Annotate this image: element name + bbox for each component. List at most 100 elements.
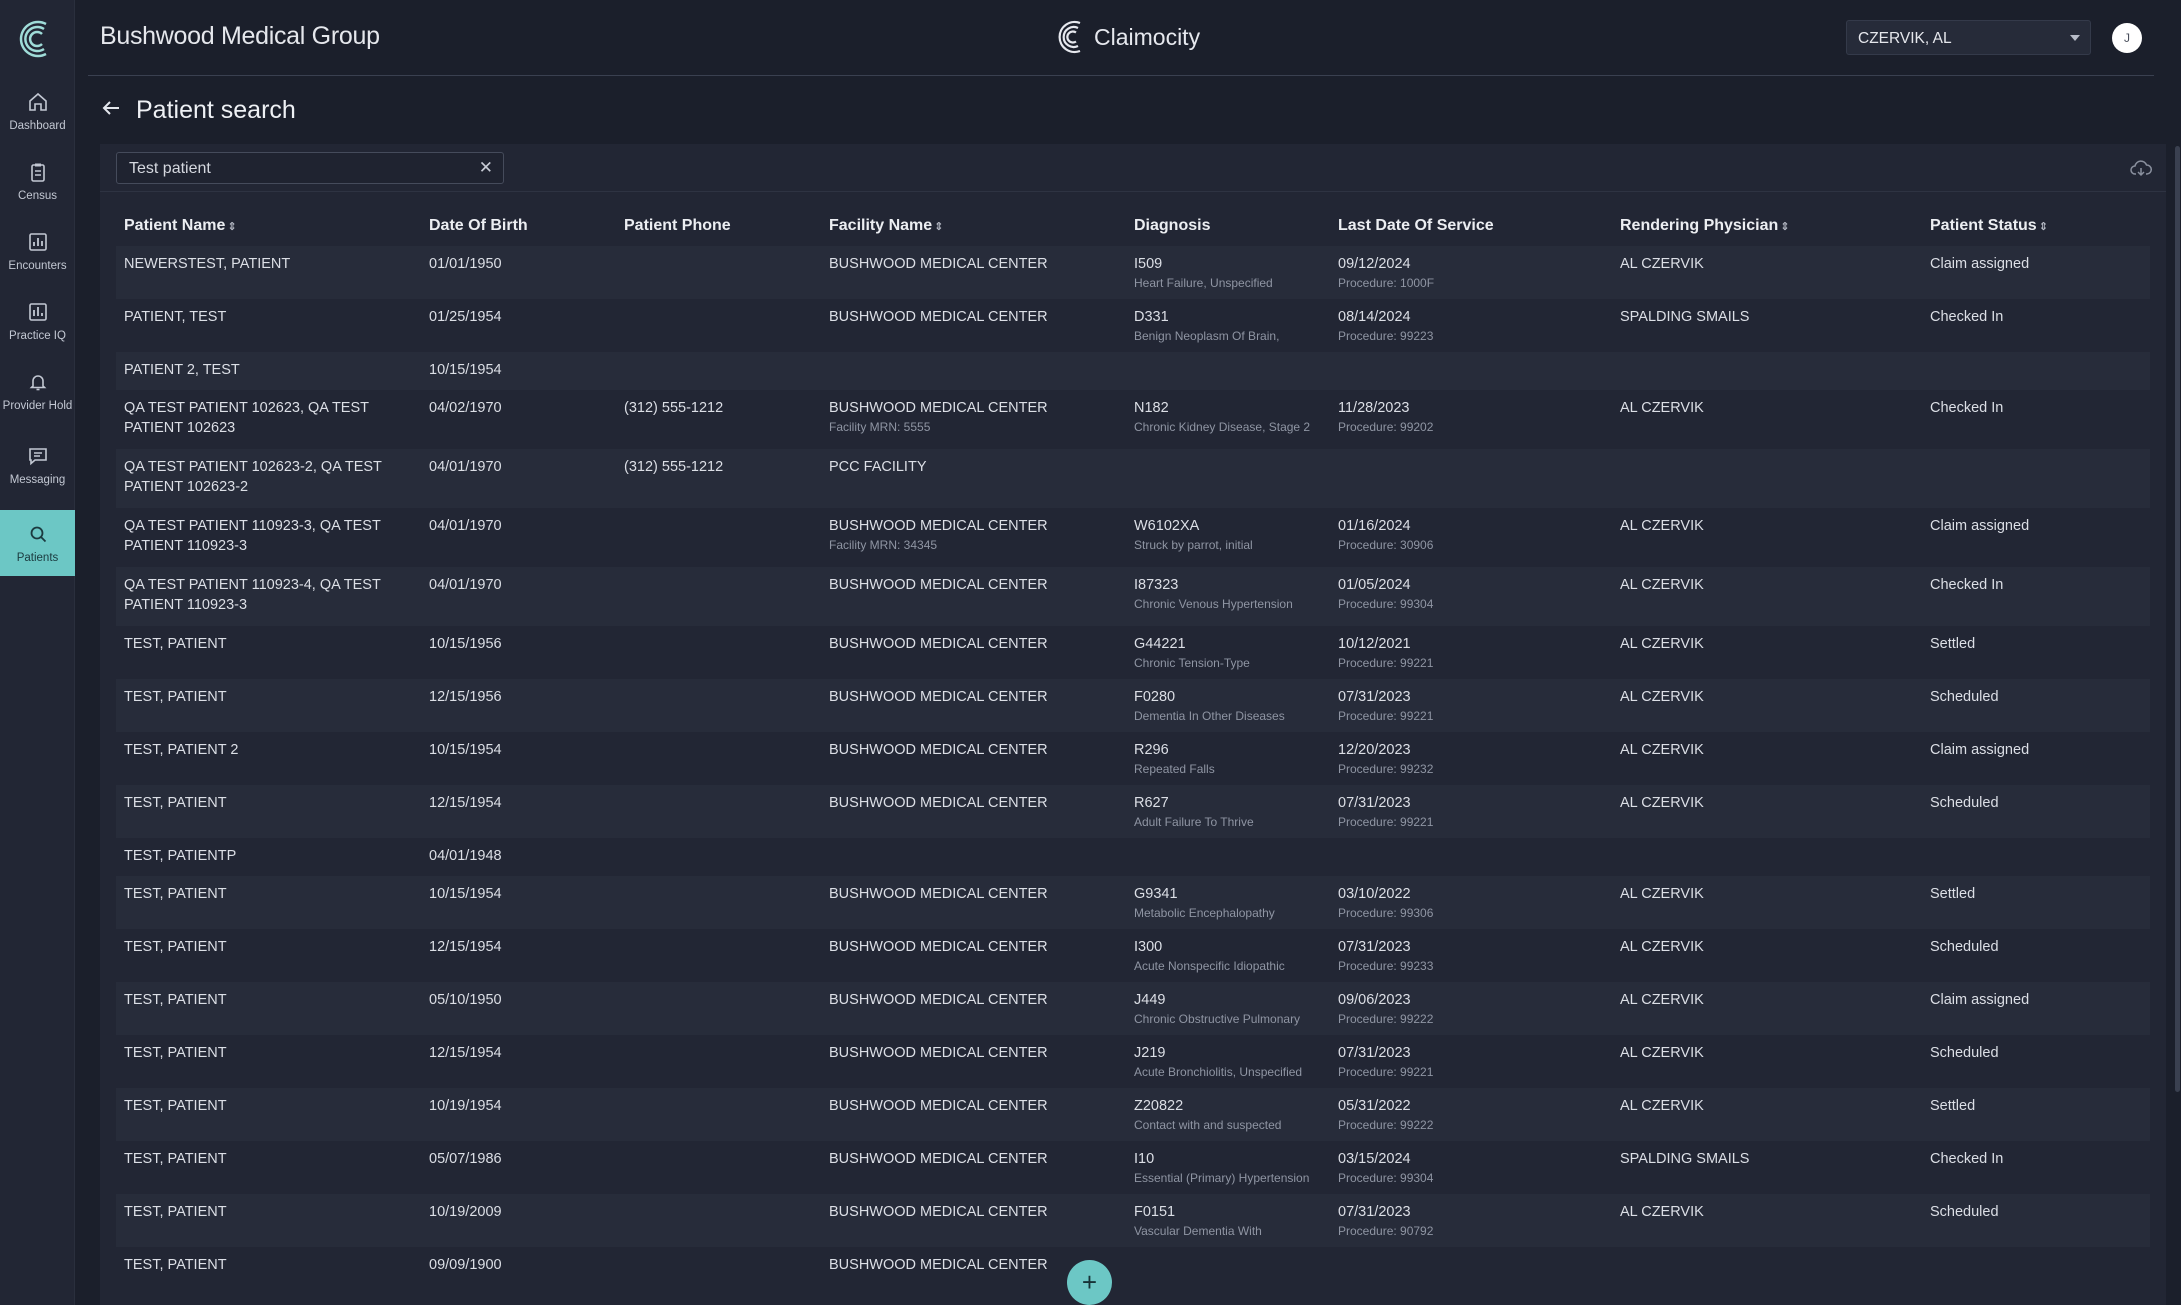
cloud-download-icon[interactable] [2130,158,2152,180]
table-cell: TEST, PATIENT [116,876,421,929]
table-cell: TEST, PATIENT [116,1141,421,1194]
user-avatar[interactable]: J [2112,23,2142,53]
table-cell: Claim assigned [1922,732,2150,785]
provider-select[interactable]: CZERVIK, AL [1846,20,2091,55]
table-row[interactable]: TEST, PATIENT 12/15/1954 BUSHWOOD MEDICAL … [116,1035,2150,1088]
column-header-patient-phone: Patient Phone [616,206,821,246]
patient-status: Scheduled [1930,795,1999,811]
table-cell: PATIENT 2, TEST [116,352,421,390]
table-cell: SPALDING SMAILS [1612,1141,1922,1194]
patient-name: TEST, PATIENT [124,1098,227,1114]
table-row[interactable]: QA TEST PATIENT 102623, QA TEST PATIENT … [116,390,2150,449]
date-of-birth: 04/01/1948 [429,848,502,864]
table-cell: Claim assigned [1922,246,2150,299]
table-row[interactable]: TEST, PATIENT 2 10/15/1954 BUSHWOOD MEDICA… [116,732,2150,785]
table-cell: G9341 Metabolic Encephalopathy [1126,876,1330,929]
table-row[interactable]: TEST, PATIENT 10/15/1954 BUSHWOOD MEDICAL … [116,876,2150,929]
sidebar-item-encounters[interactable]: Encounters [0,218,75,284]
table-cell: TEST, PATIENTP [116,838,421,876]
patient-search-input[interactable]: Test patient ✕ [116,152,504,184]
add-patient-button[interactable]: + [1067,1260,1112,1305]
table-cell: PCC FACILITY [821,449,1126,508]
table-row[interactable]: TEST, PATIENT 05/07/1986 BUSHWOOD MEDICAL … [116,1141,2150,1194]
table-row[interactable]: TEST, PATIENT 10/19/1954 BUSHWOOD MEDICAL … [116,1088,2150,1141]
table-row[interactable]: TEST, PATIENT 12/15/1954 BUSHWOOD MEDICAL … [116,785,2150,838]
table-cell: BUSHWOOD MEDICAL CENTER [821,732,1126,785]
table-cell: Scheduled [1922,785,2150,838]
sort-icon[interactable]: ⇕ [934,220,943,233]
table-row[interactable]: TEST, PATIENT 12/15/1956 BUSHWOOD MEDICAL … [116,679,2150,732]
table-cell: AL CZERVIK [1612,390,1922,449]
table-cell [616,1247,821,1300]
sidebar-item-patients[interactable]: Patients [0,510,75,576]
table-cell: R627 Adult Failure To Thrive [1126,785,1330,838]
table-row[interactable]: QA TEST PATIENT 110923-3, QA TEST PATIEN… [116,508,2150,567]
table-cell: BUSHWOOD MEDICAL CENTER Facility MRN: 555… [821,390,1126,449]
claimocity-logo-icon[interactable] [16,16,58,62]
table-row[interactable]: QA TEST PATIENT 110923-4, QA TEST PATIEN… [116,567,2150,626]
diagnosis-code: I10 [1134,1151,1155,1167]
sort-icon[interactable]: ⇕ [2039,220,2048,233]
table-row[interactable]: PATIENT 2, TEST 10/15/1954 [116,352,2150,390]
sort-icon[interactable]: ⇕ [1780,220,1789,233]
patient-table: Patient Name ⇕ Date Of Birth Patient Phone F… [116,206,2150,1300]
table-cell: 07/31/2023 Procedure: 90792 [1330,1194,1612,1247]
table-cell [1922,838,2150,876]
table-cell: AL CZERVIK [1612,785,1922,838]
sidebar-item-messaging[interactable]: Messaging [0,432,75,498]
table-row[interactable]: NEWERSTEST, PATIENT 01/01/1950 BUSHWOOD ME… [116,246,2150,299]
table-cell: TEST, PATIENT 2 [116,732,421,785]
date-of-birth: 04/01/1970 [429,577,502,593]
table-cell: BUSHWOOD MEDICAL CENTER [821,1194,1126,1247]
table-cell: I300 Acute Nonspecific Idiopathic [1126,929,1330,982]
sidebar-item-practice-iq[interactable]: Practice IQ [0,288,75,354]
diagnosis-code: F0151 [1134,1204,1176,1220]
rendering-physician: AL CZERVIK [1620,1098,1704,1114]
table-cell: BUSHWOOD MEDICAL CENTER [821,679,1126,732]
date-of-birth: 10/15/1954 [429,886,502,902]
sort-icon[interactable]: ⇕ [227,220,236,233]
patient-name: TEST, PATIENT [124,636,227,652]
sidebar-item-dashboard[interactable]: Dashboard [0,78,75,144]
facility-name: BUSHWOOD MEDICAL CENTER [829,992,1048,1008]
column-header-rendering-physician[interactable]: Rendering Physician ⇕ [1612,206,1922,246]
diagnosis-code: F0280 [1134,689,1176,705]
chart-icon [27,231,49,256]
table-row[interactable]: TEST, PATIENT 12/15/1954 BUSHWOOD MEDICAL … [116,929,2150,982]
date-of-birth: 12/15/1954 [429,795,502,811]
clear-search-icon[interactable]: ✕ [479,158,493,178]
facility-name: BUSHWOOD MEDICAL CENTER [829,886,1048,902]
table-cell: AL CZERVIK [1612,246,1922,299]
rendering-physician: AL CZERVIK [1620,400,1704,416]
patient-status: Checked In [1930,309,2004,325]
patient-status: Claim assigned [1930,256,2030,272]
table-row[interactable]: QA TEST PATIENT 102623-2, QA TEST PATIEN… [116,449,2150,508]
back-arrow-icon[interactable] [100,97,122,124]
table-row[interactable]: TEST, PATIENT 10/19/2009 BUSHWOOD MEDICAL … [116,1194,2150,1247]
table-row[interactable]: TEST, PATIENT 09/09/1900 BUSHWOOD MEDICAL … [116,1247,2150,1300]
table-cell: R296 Repeated Falls [1126,732,1330,785]
last-date-of-service: 08/14/2024 [1338,309,1411,325]
column-header-facility-name[interactable]: Facility Name ⇕ [821,206,1126,246]
page-scrollbar[interactable] [2175,146,2180,1092]
table-cell: 04/01/1948 [421,838,616,876]
table-cell: AL CZERVIK [1612,567,1922,626]
patient-name: TEST, PATIENT [124,795,227,811]
table-row[interactable]: PATIENT, TEST 01/25/1954 BUSHWOOD MEDICAL … [116,299,2150,352]
table-cell: 08/14/2024 Procedure: 99223 [1330,299,1612,352]
table-row[interactable]: TEST, PATIENT 10/15/1956 BUSHWOOD MEDICAL … [116,626,2150,679]
column-header-patient-status[interactable]: Patient Status ⇕ [1922,206,2150,246]
table-row[interactable]: TEST, PATIENTP 04/01/1948 [116,838,2150,876]
diagnosis-code: I87323 [1134,577,1179,593]
table-cell: 10/15/1954 [421,352,616,390]
column-header-patient-name[interactable]: Patient Name ⇕ [116,206,421,246]
search-input-value[interactable]: Test patient [129,160,211,178]
sidebar-item-census[interactable]: Census [0,148,75,214]
diagnosis-description: Chronic Obstructive Pulmonary [1134,1012,1301,1026]
table-cell: 01/05/2024 Procedure: 99304 [1330,567,1612,626]
rendering-physician: AL CZERVIK [1620,577,1704,593]
table-cell [1922,352,2150,390]
table-row[interactable]: TEST, PATIENT 05/10/1950 BUSHWOOD MEDICAL … [116,982,2150,1035]
sidebar-item-provider-hold[interactable]: Provider Hold [0,358,75,424]
table-cell: G44221 Chronic Tension-Type [1126,626,1330,679]
